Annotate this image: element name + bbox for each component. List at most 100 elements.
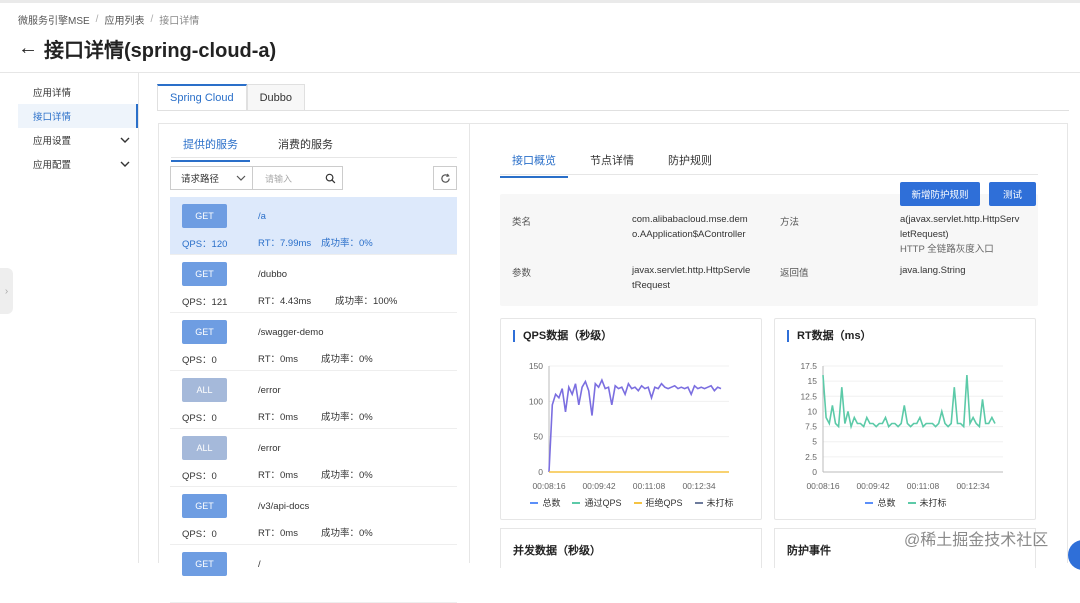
sidebar-item-label: 应用设置 <box>33 136 72 147</box>
y-tick-label: 17.5 <box>800 361 817 371</box>
rt-chart-card: RT数据（ms） 0 2.5 5 7.5 10 12.5 15 17.5 00:08:16 00:… <box>774 318 1036 520</box>
endpoint-success-rate: 成功率：0% <box>321 238 373 249</box>
tabs-divider <box>157 110 1069 111</box>
class-name-label: 类名 <box>512 217 532 228</box>
endpoint-qps: QPS：0 <box>182 355 217 366</box>
collapse-handle[interactable]: › <box>0 268 13 314</box>
legend-item[interactable]: 通过QPS <box>572 496 622 509</box>
endpoint-success-rate: 成功率：0% <box>321 412 373 423</box>
y-tick-label: 5 <box>812 437 817 447</box>
legend-label: 拒绝QPS <box>645 498 683 508</box>
http-method-badge: ALL <box>182 378 227 402</box>
param-value: javax.servlet.http.HttpServle tRequest <box>632 263 750 293</box>
endpoint-row[interactable]: ALL/error QPS：0 RT：0ms 成功率：0% <box>170 429 457 487</box>
sidebar-item-app-config[interactable]: 应用配置 <box>18 152 138 176</box>
method-label: 方法 <box>780 217 800 228</box>
search-type-value: 请求路径 <box>181 174 220 185</box>
sidebar-item-label: 应用配置 <box>33 160 72 171</box>
legend-swatch <box>530 501 539 504</box>
framework-tabs: Spring Cloud Dubbo <box>157 84 306 111</box>
endpoint-path: /dubbo <box>258 269 288 280</box>
x-tick-label: 00:12:34 <box>682 481 715 491</box>
legend-item[interactable]: 未打标 <box>694 496 734 509</box>
endpoint-row[interactable]: ALL/error QPS：0 RT：0ms 成功率：0% <box>170 371 457 429</box>
search-type-select[interactable]: 请求路径 <box>170 166 253 190</box>
y-tick-label: 2.5 <box>805 452 817 462</box>
test-button[interactable]: 测试 <box>989 182 1036 206</box>
service-tabs-divider <box>171 157 457 158</box>
param-label: 参数 <box>512 268 532 279</box>
http-method-badge: GET <box>182 552 227 576</box>
y-tick-label: 0 <box>812 467 817 477</box>
help-float-button[interactable] <box>1068 540 1080 570</box>
sidebar: 应用详情 接口详情 应用设置 应用配置 <box>18 80 138 176</box>
breadcrumb-item-current: 接口详情 <box>159 16 200 27</box>
y-tick-label: 12.5 <box>800 391 817 401</box>
legend-item[interactable]: 总数 <box>865 496 896 509</box>
protection-events-card-title: 防护事件 <box>787 545 831 557</box>
service-list-panel: 提供的服务 消费的服务 请求路径 请输入 GET/a QPS：120 RT：7.99… <box>158 123 470 603</box>
page-title: ← 接口详情(spring-cloud-a) <box>18 34 276 63</box>
endpoint-row[interactable]: GET/a QPS：120 RT：7.99ms 成功率：0% <box>170 197 457 255</box>
back-arrow-icon[interactable]: ← <box>18 37 38 60</box>
chevron-down-icon <box>236 175 246 181</box>
method-note: HTTP 全链路灰度入口 <box>900 244 994 255</box>
endpoint-row[interactable]: GET/dubbo QPS：121 RT：4.43ms 成功率：100% <box>170 255 457 313</box>
legend-swatch <box>865 501 874 504</box>
endpoint-rt: RT：7.99ms <box>258 238 312 249</box>
qps-chart: 0 50 100 150 00:08:16 00:09:42 00:11:08 00:12:3… <box>529 361 729 491</box>
legend-item[interactable]: 未打标 <box>907 496 947 509</box>
class-name-line: com.alibabacloud.mse.dem <box>632 214 748 225</box>
method-line: letRequest) <box>900 229 949 240</box>
y-tick-label: 150 <box>529 361 543 371</box>
legend-swatch <box>907 501 916 504</box>
endpoint-row[interactable]: GET / <box>170 545 457 603</box>
sidebar-item-app-detail[interactable]: 应用详情 <box>18 80 138 104</box>
watermark: @稀土掘金技术社区 <box>904 532 1049 549</box>
endpoint-success-rate: 成功率：0% <box>321 354 373 365</box>
tab-spring-cloud[interactable]: Spring Cloud <box>157 84 247 111</box>
rt-chart: 0 2.5 5 7.5 10 12.5 15 17.5 00:08:16 00:09:42 00:1… <box>800 361 1003 491</box>
qps-chart-card: QPS数据（秒级） 0 50 100 150 00:08:16 00:09:42 00:11… <box>500 318 762 520</box>
legend-label: 通过QPS <box>584 498 622 508</box>
y-tick-label: 0 <box>538 467 543 477</box>
tab-provided-services[interactable]: 提供的服务 <box>171 136 250 162</box>
endpoint-row[interactable]: GET/swagger-demo QPS：0 RT：0ms 成功率：0% <box>170 313 457 371</box>
search-row: 请求路径 请输入 <box>170 166 343 190</box>
detail-tabs-divider <box>500 174 1038 175</box>
return-label: 返回值 <box>780 268 809 279</box>
endpoint-path: /swagger-demo <box>258 327 324 338</box>
refresh-button[interactable] <box>433 166 457 190</box>
sidebar-item-api-detail[interactable]: 接口详情 <box>18 104 138 128</box>
header-divider <box>0 72 1080 73</box>
endpoint-list: GET/a QPS：120 RT：7.99ms 成功率：0% GET/dubbo QPS：… <box>170 197 457 603</box>
add-protection-rule-button[interactable]: 新增防护规则 <box>900 182 980 206</box>
page-title-text: 接口详情(spring-cloud-a) <box>44 40 277 62</box>
http-method-badge: GET <box>182 320 227 344</box>
api-info-box: 类名 com.alibabacloud.mse.dem o.AApplicati… <box>500 194 1038 306</box>
param-line: tRequest <box>632 280 671 291</box>
http-method-badge: GET <box>182 494 227 518</box>
x-tick-label: 00:09:42 <box>582 481 615 491</box>
search-icon[interactable] <box>325 173 336 184</box>
series-line <box>548 378 722 473</box>
endpoint-row[interactable]: GET/v3/api-docs QPS：0 RT：0ms 成功率：0% <box>170 487 457 545</box>
breadcrumb-item-mse[interactable]: 微服务引擎MSE <box>18 12 90 27</box>
chevron-down-icon <box>120 161 130 167</box>
endpoint-qps: QPS：0 <box>182 529 217 540</box>
qps-legend: 总数 通过QPS 拒绝QPS 未打标 <box>501 496 763 509</box>
endpoint-rt: RT：0ms <box>258 354 298 365</box>
sidebar-item-app-settings[interactable]: 应用设置 <box>18 128 138 152</box>
return-value: java.lang.String <box>900 265 966 276</box>
endpoint-rt: RT：4.43ms <box>258 296 312 307</box>
tab-consumed-services[interactable]: 消费的服务 <box>266 136 345 162</box>
tab-dubbo[interactable]: Dubbo <box>246 84 306 111</box>
legend-item[interactable]: 拒绝QPS <box>633 496 683 509</box>
chevron-right-icon: › <box>4 285 9 297</box>
breadcrumb-separator: / <box>95 14 99 25</box>
legend-item[interactable]: 总数 <box>530 496 560 509</box>
detail-panel: 接口概览 节点详情 防护规则 类名 com.alibabacloud.mse.d… <box>470 123 1068 568</box>
endpoint-success-rate: 成功率：0% <box>321 528 373 539</box>
search-input[interactable]: 请输入 <box>253 166 343 190</box>
breadcrumb-item-app-list[interactable]: 应用列表 <box>104 12 144 27</box>
